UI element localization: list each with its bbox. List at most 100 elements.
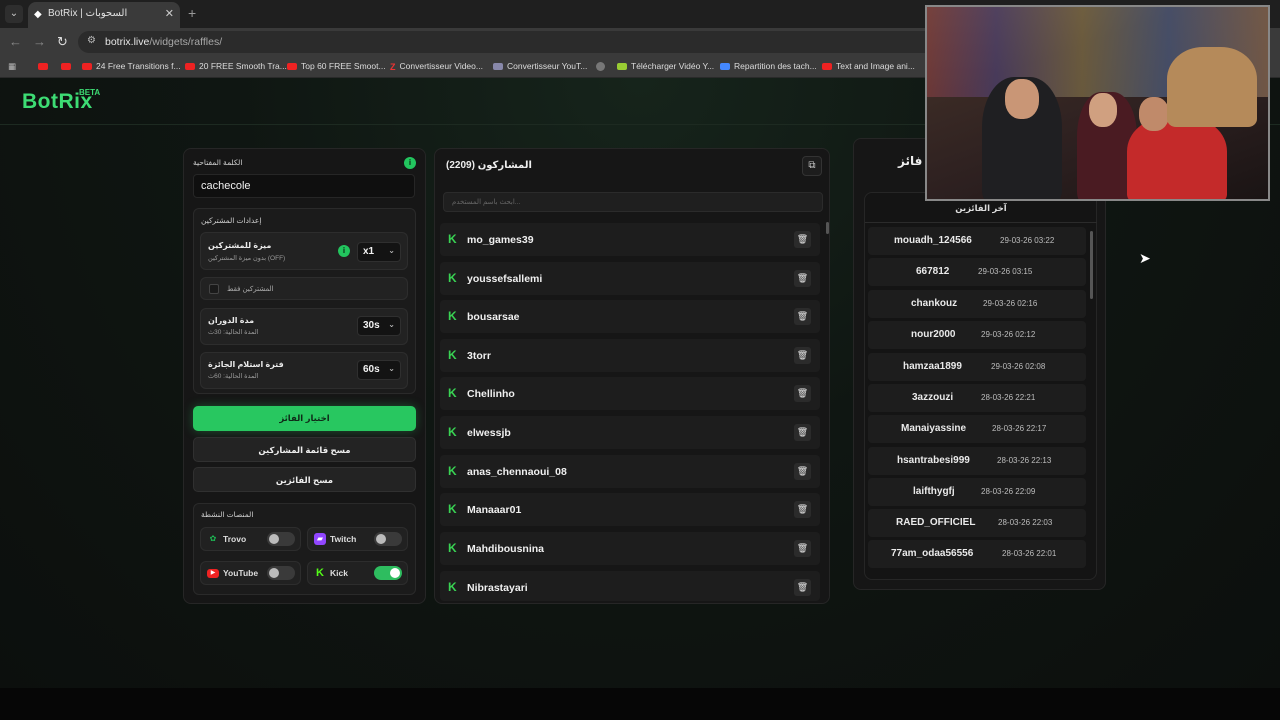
bookmark-2[interactable] xyxy=(61,61,75,71)
claim-duration-select[interactable]: 60s ⌄ xyxy=(357,360,401,380)
platform-trovo: ✿ Trovo xyxy=(200,527,301,551)
globe-icon xyxy=(596,62,605,72)
spin-value: 30s xyxy=(363,320,380,331)
webcam-person xyxy=(1167,47,1257,127)
youtube-icon xyxy=(185,63,195,71)
participant-name: Chellinho xyxy=(467,388,515,400)
copy-icon[interactable]: ⧉ xyxy=(802,156,822,176)
winner-name: 77am_odaa56556 xyxy=(891,548,974,559)
winner-date: 29-03-26 02:08 xyxy=(991,362,1046,371)
youtube-toggle[interactable] xyxy=(267,566,295,580)
trash-icon[interactable]: 🗑 xyxy=(794,501,811,518)
trash-icon[interactable]: 🗑 xyxy=(794,424,811,441)
kick-icon: K xyxy=(448,232,457,246)
back-icon[interactable]: ← xyxy=(9,34,22,49)
winner-date: 28-03-26 22:03 xyxy=(998,518,1053,527)
forward-icon[interactable]: → xyxy=(33,34,46,49)
pick-winner-button[interactable]: اختيار الفائز xyxy=(193,406,416,431)
winner-row: RAED_OFFICIEL 28-03-26 22:03 xyxy=(868,509,1086,537)
chevron-down-icon: ⌄ xyxy=(388,364,395,373)
winner-date: 29-03-26 03:15 xyxy=(978,267,1033,276)
apps-grid-icon[interactable]: ▦ xyxy=(8,61,16,72)
webcam-person xyxy=(1127,117,1227,199)
participant-name: 3torr xyxy=(467,350,491,362)
browser-tab-active[interactable]: ◆ BotRix | السحوبات ✕ xyxy=(28,2,180,28)
tab-close-icon[interactable]: ✕ xyxy=(165,7,174,20)
clear-participants-button[interactable]: مسح قائمة المشاركين xyxy=(193,437,416,462)
kick-icon: K xyxy=(448,386,457,400)
winner-row: nour2000 29-03-26 02:12 xyxy=(868,321,1086,349)
platform-name: YouTube xyxy=(223,568,259,578)
kick-toggle[interactable] xyxy=(374,566,402,580)
new-tab-icon[interactable]: + xyxy=(188,5,196,21)
participant-row: Kmo_games39 🗑 xyxy=(440,223,820,256)
participant-name: Nibrastayari xyxy=(467,582,528,594)
keyword-input[interactable]: cachecole xyxy=(193,174,415,198)
winners-scrollbar[interactable] xyxy=(1090,231,1093,299)
bookmark-8[interactable] xyxy=(596,61,609,72)
reload-icon[interactable]: ↻ xyxy=(57,34,68,50)
trash-icon[interactable]: 🗑 xyxy=(794,347,811,364)
kick-icon: K xyxy=(448,580,457,594)
trash-icon[interactable]: 🗑 xyxy=(794,385,811,402)
youtube-icon xyxy=(82,63,92,71)
trash-icon[interactable]: 🗑 xyxy=(794,270,811,287)
clear-winners-button[interactable]: مسح الفائزين xyxy=(193,467,416,492)
trash-icon[interactable]: 🗑 xyxy=(794,463,811,480)
winner-row: hsantrabesi999 28-03-26 22:13 xyxy=(868,447,1086,475)
platform-twitch: ▰ Twitch xyxy=(307,527,408,551)
winner-row: 667812 29-03-26 03:15 xyxy=(868,258,1086,286)
trash-icon[interactable]: 🗑 xyxy=(794,308,811,325)
spin-duration-select[interactable]: 30s ⌄ xyxy=(357,316,401,336)
converter-icon xyxy=(493,63,503,71)
trash-icon[interactable]: 🗑 xyxy=(794,540,811,557)
spin-sub: المدة الحالية: 30ث xyxy=(208,329,259,336)
bookmark-4[interactable]: 20 FREE Smooth Tra... xyxy=(185,61,287,71)
sub-bonus-value: x1 xyxy=(363,246,375,257)
claim-sub: المدة الحالية: 60ث xyxy=(208,373,259,380)
info-icon[interactable]: i xyxy=(338,245,350,257)
winner-date: 28-03-26 22:17 xyxy=(992,424,1047,433)
platforms-label: المنصات النشطة xyxy=(201,510,254,519)
webcam-face xyxy=(1005,79,1039,119)
winner-row: hamzaa1899 29-03-26 02:08 xyxy=(868,353,1086,381)
twitch-toggle[interactable] xyxy=(374,532,402,546)
info-icon[interactable]: i xyxy=(404,157,416,169)
tab-search-icon[interactable]: ⌄ xyxy=(5,5,23,23)
trash-icon[interactable]: 🗑 xyxy=(794,579,811,596)
trovo-toggle[interactable] xyxy=(267,532,295,546)
sub-bonus-title: ميزة للمشتركين xyxy=(208,241,272,250)
bookmark-7[interactable]: Convertisseur YouT... xyxy=(493,61,587,71)
bookmark-9[interactable]: Télécharger Vidéo Y... xyxy=(617,61,714,71)
kick-icon: K xyxy=(448,464,457,478)
youtube-icon xyxy=(287,63,297,71)
winner-date: 29-03-26 02:12 xyxy=(981,330,1036,339)
download-icon xyxy=(617,63,627,71)
z-icon: Z xyxy=(390,61,396,72)
bookmark-5[interactable]: Top 60 FREE Smoot... xyxy=(287,61,386,71)
winner-name: RAED_OFFICIEL xyxy=(896,517,976,528)
participant-name: anas_chennaoui_08 xyxy=(467,466,567,478)
bookmark-1[interactable] xyxy=(38,61,52,71)
participants-scrollbar[interactable] xyxy=(826,222,829,234)
sub-bonus-select[interactable]: x1 ⌄ xyxy=(357,242,401,262)
platform-youtube: ▶ YouTube xyxy=(200,561,301,585)
participant-row: K 3torr 🗑 xyxy=(440,339,820,372)
bookmark-6[interactable]: Z Convertisseur Video... xyxy=(390,61,483,72)
participant-row: K Chellinho 🗑 xyxy=(440,377,820,410)
bookmark-3[interactable]: 24 Free Transitions f... xyxy=(82,61,181,71)
bookmark-11[interactable]: Text and Image ani... xyxy=(822,61,915,71)
winner-row: 3azzouzi 28-03-26 22:21 xyxy=(868,384,1086,412)
url-field[interactable]: ⚙ botrix.live/widgets/raffles/ xyxy=(78,31,938,53)
winner-row: chankouz 29-03-26 02:16 xyxy=(868,290,1086,318)
participant-row: Kanas_chennaoui_08 🗑 xyxy=(440,455,820,488)
webcam-face xyxy=(1139,97,1169,131)
winner-name: 667812 xyxy=(916,266,950,277)
trash-icon[interactable]: 🗑 xyxy=(794,231,811,248)
sub-bonus-sub: بدون ميزة المشتركين (OFF) xyxy=(208,255,286,262)
winner-name: mouadh_124566 xyxy=(894,235,972,246)
site-info-icon[interactable]: ⚙ xyxy=(87,35,96,46)
participant-search-input[interactable]: ابحث باسم المستخدم... xyxy=(443,192,823,212)
bookmark-10[interactable]: Repartition des tach... xyxy=(720,61,817,71)
subs-only-checkbox[interactable] xyxy=(209,284,219,294)
